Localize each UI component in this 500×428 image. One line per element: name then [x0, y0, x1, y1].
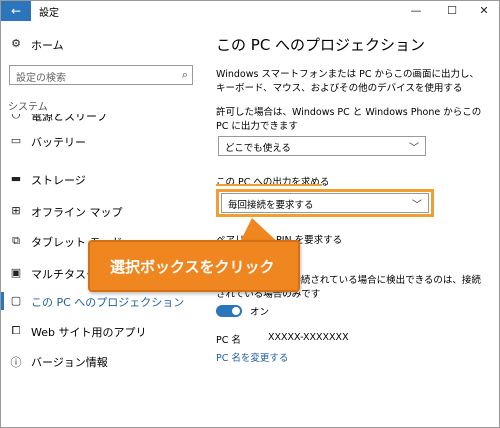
sidebar-item-label: ストレージ	[31, 174, 86, 187]
info-icon: ⓘ	[10, 356, 22, 369]
request-dropdown-value: 毎回接続を要求する	[228, 200, 314, 211]
search-input[interactable]: 設定の検索 ⌕	[9, 65, 193, 85]
close-button[interactable]: ✕	[469, 1, 499, 21]
allow-text: 許可した場合は、Windows PC と Windows Phone からこの …	[216, 107, 482, 132]
sidebar-item-label: バージョン情報	[31, 356, 108, 369]
sidebar-item-web-apps[interactable]: ⧠ Web サイト用のアプリ	[1, 320, 201, 342]
back-arrow-icon: ←	[10, 4, 22, 18]
sidebar-item-label: 電源とスリープ	[31, 114, 108, 123]
sidebar-item-storage[interactable]: ▬ ストレージ	[1, 168, 201, 190]
request-dropdown[interactable]: 毎回接続を要求する ﹀	[221, 193, 429, 213]
close-icon: ✕	[479, 4, 489, 17]
callout-text: 選択ボックスをクリック	[110, 258, 275, 276]
projection-toggle[interactable]	[216, 305, 242, 317]
rename-pc-link[interactable]: PC 名を変更する	[216, 350, 288, 364]
allow-dropdown[interactable]: どこでも使える ﹀	[218, 136, 426, 156]
battery-icon: ▭	[10, 134, 22, 147]
toggle-label: オン	[250, 307, 270, 318]
callout-annotation: 選択ボックスをクリック	[88, 240, 300, 292]
sidebar-item-label: バッテリー	[31, 136, 86, 149]
pc-name-label: PC 名	[216, 335, 241, 346]
sidebar-item-label: オフライン マップ	[31, 206, 123, 219]
chevron-down-icon: ﹀	[412, 200, 422, 211]
maximize-icon: ☐	[447, 4, 457, 17]
search-placeholder: 設定の検索	[16, 73, 66, 84]
sidebar-item-label: この PC へのプロジェクション	[31, 296, 185, 309]
sidebar-item-projection[interactable]: ▢ この PC へのプロジェクション	[1, 290, 201, 312]
web-apps-icon: ⧠	[11, 324, 21, 337]
pc-name-value: XXXXX-XXXXXXX	[268, 332, 349, 343]
app-title: 設定	[39, 8, 59, 19]
section-header-system: システム	[8, 102, 48, 113]
projection-icon: ▢	[10, 294, 22, 307]
storage-icon: ▬	[10, 172, 22, 185]
tablet-mode-icon: ⧉	[12, 234, 20, 247]
multitask-icon: ▣	[10, 266, 22, 279]
page-title: この PC へのプロジェクション	[216, 36, 426, 54]
description-text: Windows スマートフォンまたは PC からこの画面に出力し、キーボード、マ…	[216, 69, 480, 94]
sidebar-item-battery[interactable]: ▭ バッテリー	[1, 130, 201, 152]
sidebar-item-home[interactable]: ⚙ ホーム	[1, 34, 201, 56]
sidebar-item-power[interactable]: ⏻ 電源とスリープ	[1, 114, 201, 123]
sidebar-item-about[interactable]: ⓘ バージョン情報	[1, 350, 201, 372]
minimize-button[interactable]: —	[401, 1, 431, 21]
sidebar: ⚙ ホーム 設定の検索 ⌕ システム ⏻ 電源とスリープ ▭ バッテリー ▬ ス…	[1, 22, 201, 426]
sidebar-item-label: Web サイト用のアプリ	[31, 326, 147, 339]
minimize-icon: —	[410, 4, 422, 17]
title-bar: ← 設定 — ☐ ✕	[1, 1, 499, 21]
request-label-highlight	[216, 184, 322, 186]
gear-icon: ⚙	[11, 37, 21, 50]
sidebar-home-label: ホーム	[31, 39, 64, 52]
allow-dropdown-value: どこでも使える	[225, 143, 291, 154]
chevron-down-icon: ﹀	[409, 143, 419, 154]
search-icon: ⌕	[181, 68, 188, 81]
map-icon: ⊞	[11, 204, 21, 217]
sidebar-item-offline-maps[interactable]: ⊞ オフライン マップ	[1, 200, 201, 222]
power-icon: ⏻	[11, 114, 21, 121]
maximize-button[interactable]: ☐	[437, 1, 467, 21]
back-button[interactable]: ←	[1, 1, 31, 21]
